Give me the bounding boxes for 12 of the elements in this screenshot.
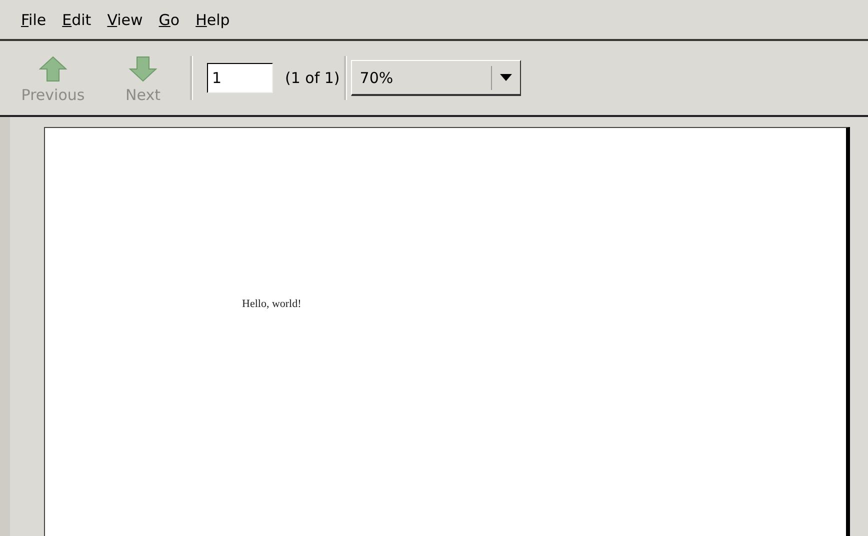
menu-item[interactable]: View <box>107 10 143 28</box>
document-text: Hello, world! <box>242 298 302 310</box>
dropdown-arrow-icon <box>500 74 512 81</box>
page-count: (1 of 1) <box>285 69 340 87</box>
menu-item[interactable]: Go <box>158 10 180 28</box>
menu-item[interactable]: Edit <box>62 10 92 28</box>
zoom-dropdown[interactable]: 70% <box>350 60 521 96</box>
page-number-field[interactable]: 1 <box>207 63 273 93</box>
menu-item[interactable]: File <box>21 10 46 28</box>
arrow-down-icon <box>129 56 157 82</box>
menu-item[interactable]: Help <box>196 10 230 28</box>
arrow-up-icon <box>39 56 67 82</box>
